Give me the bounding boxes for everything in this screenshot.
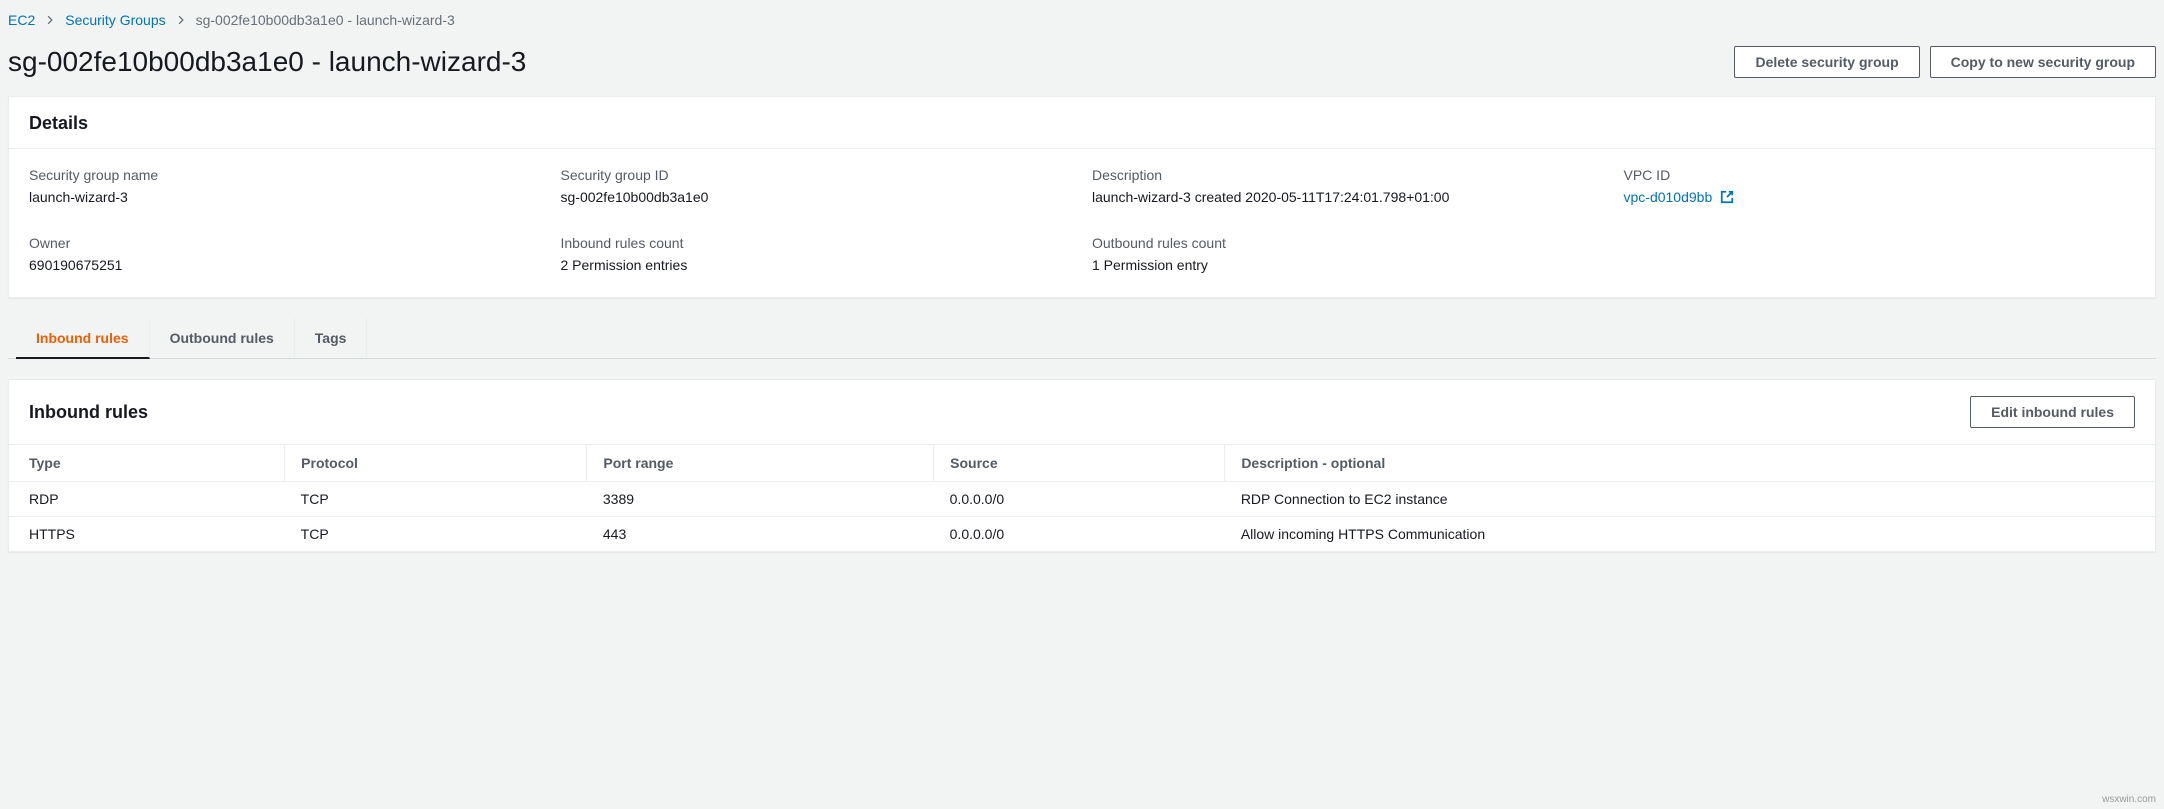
external-link-icon (1720, 190, 1734, 207)
field-label: Owner (29, 235, 541, 251)
field-owner: Owner 690190675251 (29, 235, 541, 273)
field-value: 690190675251 (29, 257, 541, 273)
rules-header: Inbound rules Edit inbound rules (9, 380, 2155, 444)
col-type[interactable]: Type (9, 445, 285, 482)
cell-protocol: TCP (285, 517, 587, 552)
tab-outbound-rules[interactable]: Outbound rules (150, 318, 295, 358)
table-header-row: Type Protocol Port range Source Descript… (9, 445, 2155, 482)
field-value: 2 Permission entries (561, 257, 1073, 273)
field-empty (1624, 235, 2136, 273)
field-value: 1 Permission entry (1092, 257, 1604, 273)
watermark: wsxwin.com (2102, 794, 2156, 805)
field-sg-name: Security group name launch-wizard-3 (29, 167, 541, 207)
field-label: Inbound rules count (561, 235, 1073, 251)
inbound-rules-table: Type Protocol Port range Source Descript… (9, 444, 2155, 551)
rules-title: Inbound rules (29, 402, 148, 423)
col-protocol[interactable]: Protocol (285, 445, 587, 482)
cell-port: 443 (587, 517, 934, 552)
chevron-right-icon (45, 12, 55, 28)
vpc-link[interactable]: vpc-d010d9bb (1624, 189, 1713, 205)
delete-security-group-button[interactable]: Delete security group (1734, 46, 1919, 78)
cell-source: 0.0.0.0/0 (934, 482, 1225, 517)
breadcrumb-ec2[interactable]: EC2 (8, 12, 35, 28)
page-title: sg-002fe10b00db3a1e0 - launch-wizard-3 (8, 46, 526, 78)
field-label: Security group ID (561, 167, 1073, 183)
field-label: VPC ID (1624, 167, 2136, 183)
field-value: vpc-d010d9bb (1624, 189, 2136, 207)
field-value: sg-002fe10b00db3a1e0 (561, 189, 1073, 205)
edit-inbound-rules-button[interactable]: Edit inbound rules (1970, 396, 2135, 428)
details-title: Details (29, 113, 88, 134)
field-inbound-count: Inbound rules count 2 Permission entries (561, 235, 1073, 273)
table-row[interactable]: HTTPS TCP 443 0.0.0.0/0 Allow incoming H… (9, 517, 2155, 552)
chevron-right-icon (176, 12, 186, 28)
cell-protocol: TCP (285, 482, 587, 517)
breadcrumb-security-groups[interactable]: Security Groups (65, 12, 165, 28)
header-actions: Delete security group Copy to new securi… (1734, 46, 2156, 78)
breadcrumb: EC2 Security Groups sg-002fe10b00db3a1e0… (8, 0, 2156, 38)
page-header: sg-002fe10b00db3a1e0 - launch-wizard-3 D… (8, 38, 2156, 96)
field-label: Security group name (29, 167, 541, 183)
field-sg-id: Security group ID sg-002fe10b00db3a1e0 (561, 167, 1073, 207)
tabs: Inbound rules Outbound rules Tags (8, 318, 2156, 359)
col-desc[interactable]: Description - optional (1225, 445, 2155, 482)
field-value: launch-wizard-3 created 2020-05-11T17:24… (1092, 189, 1604, 205)
col-source[interactable]: Source (934, 445, 1225, 482)
table-row[interactable]: RDP TCP 3389 0.0.0.0/0 RDP Connection to… (9, 482, 2155, 517)
details-panel: Details Security group name launch-wizar… (8, 96, 2156, 298)
copy-security-group-button[interactable]: Copy to new security group (1930, 46, 2156, 78)
details-header: Details (9, 97, 2155, 149)
field-outbound-count: Outbound rules count 1 Permission entry (1092, 235, 1604, 273)
cell-source: 0.0.0.0/0 (934, 517, 1225, 552)
field-label: Description (1092, 167, 1604, 183)
cell-desc: Allow incoming HTTPS Communication (1225, 517, 2155, 552)
cell-type: HTTPS (9, 517, 285, 552)
tab-tags[interactable]: Tags (295, 318, 368, 358)
field-description: Description launch-wizard-3 created 2020… (1092, 167, 1604, 207)
col-port[interactable]: Port range (587, 445, 934, 482)
field-label: Outbound rules count (1092, 235, 1604, 251)
cell-desc: RDP Connection to EC2 instance (1225, 482, 2155, 517)
breadcrumb-current: sg-002fe10b00db3a1e0 - launch-wizard-3 (196, 12, 455, 28)
details-grid: Security group name launch-wizard-3 Secu… (9, 149, 2155, 297)
tab-inbound-rules[interactable]: Inbound rules (16, 318, 150, 359)
field-value: launch-wizard-3 (29, 189, 541, 205)
inbound-rules-panel: Inbound rules Edit inbound rules Type Pr… (8, 379, 2156, 552)
cell-port: 3389 (587, 482, 934, 517)
field-vpc-id: VPC ID vpc-d010d9bb (1624, 167, 2136, 207)
cell-type: RDP (9, 482, 285, 517)
